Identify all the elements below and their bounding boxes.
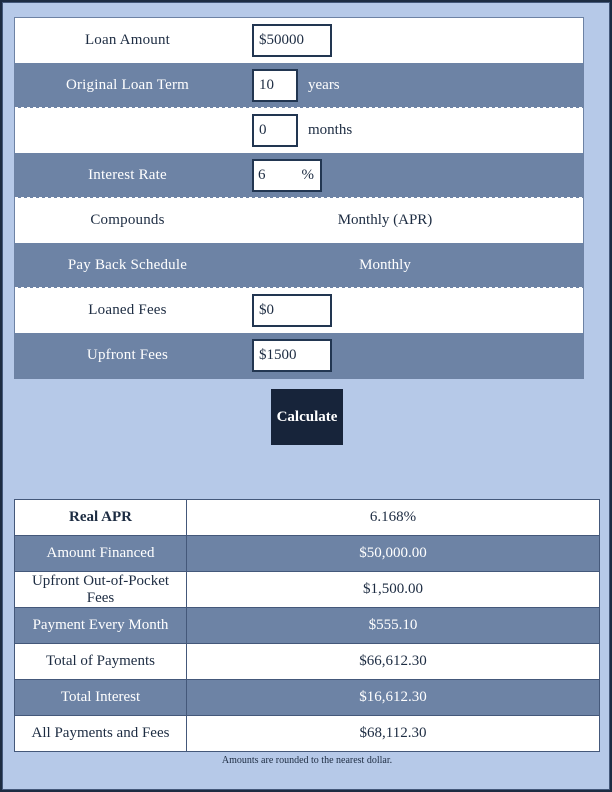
form-row-label: Interest Rate [88,167,167,183]
results-row: Total of Payments $66,612.30 [14,643,600,680]
calculate-button[interactable]: Calculate [271,389,343,445]
form-row: Loaned Fees [15,288,583,333]
form-row-value-container: % [240,159,583,192]
form-row: Compounds Monthly (APR) [15,198,583,243]
form-row: Original Loan Term years [15,63,583,108]
form-row-static-value: Monthly [359,257,411,273]
form-row-input[interactable] [252,69,298,102]
percent-symbol: % [301,167,315,183]
form-row-unit-label: months [308,122,353,138]
results-row-value: $68,112.30 [186,715,600,752]
form-row-value-container [240,339,583,372]
results-row-label: Total Interest [14,679,187,716]
form-row-value-container: years [240,69,583,102]
form-row-input[interactable] [252,114,298,147]
results-row-label: Upfront Out-of-Pocket Fees [14,571,187,608]
interest-rate-input[interactable] [254,167,292,184]
results-row: All Payments and Fees $68,112.30 [14,715,600,752]
results-row: Amount Financed $50,000.00 [14,535,600,572]
form-row: Interest Rate% [15,153,583,198]
form-row: Upfront Fees [15,333,583,378]
form-row-value-container [240,24,583,57]
results-row: Payment Every Month $555.10 [14,607,600,644]
form-row-value-container: Monthly (APR) [240,212,583,229]
results-row-value: $50,000.00 [186,535,600,572]
results-row-label: Amount Financed [14,535,187,572]
form-row-label: Pay Back Schedule [67,257,188,273]
results-row-value: $66,612.30 [186,643,600,680]
results-row-value: 6.168% [186,499,600,536]
results-row-label: Total of Payments [14,643,187,680]
form-row: Loan Amount [15,18,583,63]
results-table: Real APR 6.168% Amount Financed $50,000.00 U… [14,499,600,752]
results-footnote: Amounts are rounded to the nearest dolla… [221,755,393,766]
interest-rate-field[interactable]: % [252,159,322,192]
form-row-input[interactable] [252,24,332,57]
form-row-label: Loaned Fees [88,302,167,318]
results-row: Real APR 6.168% [14,499,600,536]
form-row-unit-label: years [308,77,340,93]
results-row-label: All Payments and Fees [14,715,187,752]
results-row: Upfront Out-of-Pocket Fees $1,500.00 [14,571,600,608]
results-row-label: Real APR [14,499,187,536]
form-row-static-value: Monthly (APR) [337,212,433,228]
form-row-label: Original Loan Term [65,77,190,93]
results-row-value: $555.10 [186,607,600,644]
results-row-value: $16,612.30 [186,679,600,716]
form-row-value-container: Monthly [240,257,583,274]
calculate-button-container: Calculate [3,389,611,445]
results-row-label: Payment Every Month [14,607,187,644]
form-row-input[interactable] [252,294,332,327]
form-row-label: Loan Amount [84,32,171,48]
form-row-label: Upfront Fees [86,347,169,363]
results-row: Total Interest $16,612.30 [14,679,600,716]
form-row-value-container: months [240,114,583,147]
form-row: months [15,108,583,153]
form-row-label: Compounds [90,212,165,228]
loan-input-form: Loan Amount Original Loan Term years months… [14,17,584,379]
form-row-value-container [240,294,583,327]
form-row-input[interactable] [252,339,332,372]
calculator-page: Loan Amount Original Loan Term years months… [2,2,610,790]
form-row: Pay Back Schedule Monthly [15,243,583,288]
results-row-value: $1,500.00 [186,571,600,608]
